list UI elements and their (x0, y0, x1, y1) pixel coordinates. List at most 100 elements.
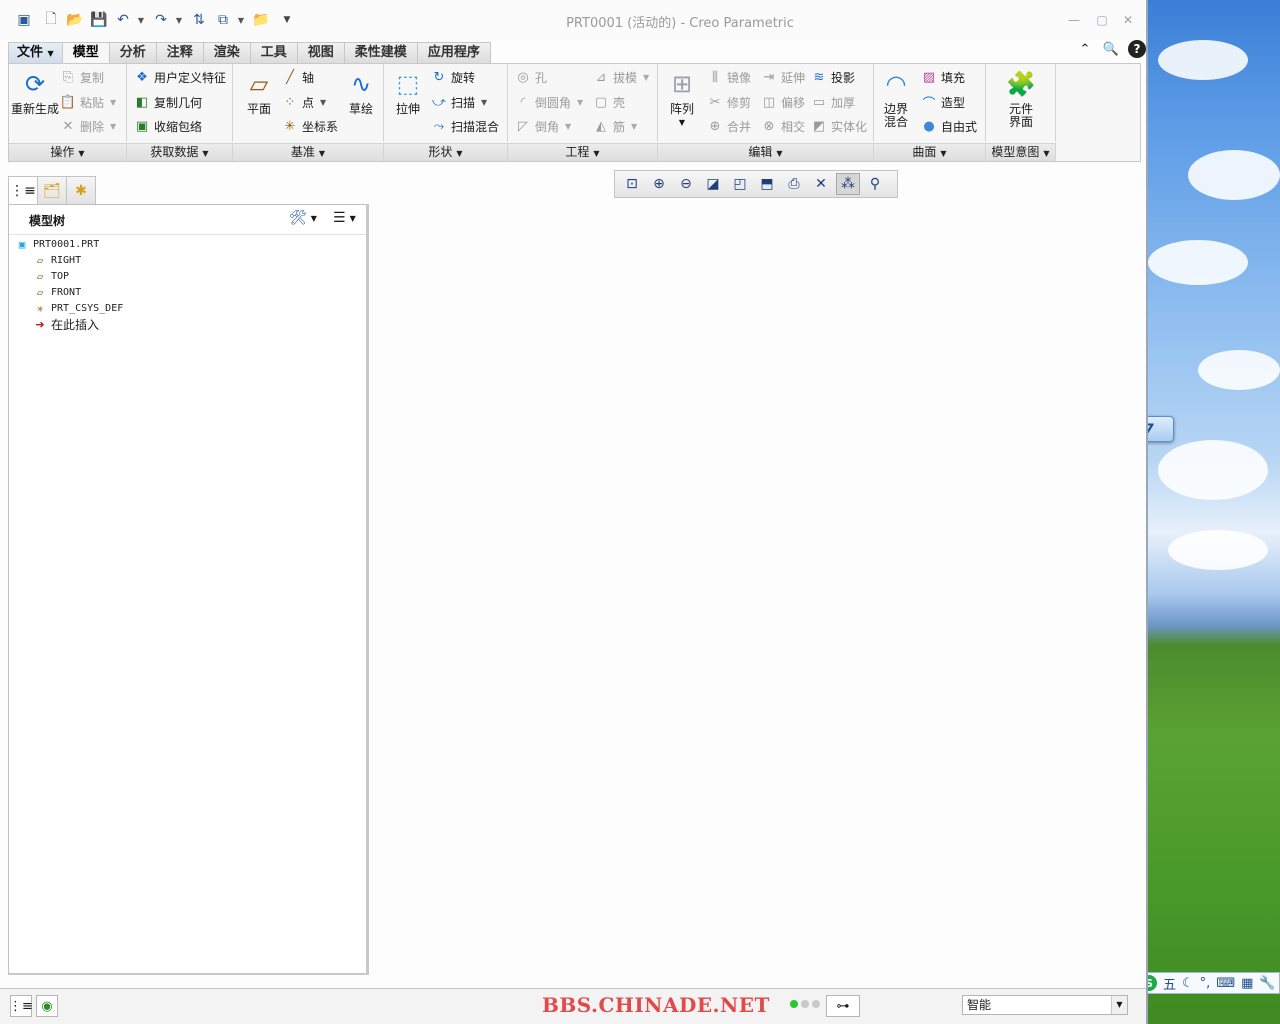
tab-applications[interactable]: 应用程序 (416, 42, 491, 63)
chamfer-button[interactable]: ◸ 倒角 ▼ (514, 116, 571, 136)
windows-dropdown-icon[interactable]: ▼ (236, 10, 246, 30)
tab-flexible-modeling[interactable]: 柔性建模 (343, 42, 418, 63)
regenerate-button[interactable]: ⟳ 重新生成 (11, 68, 59, 116)
group-label-model-intent[interactable]: 模型意图 ▼ (986, 143, 1056, 161)
rib-button[interactable]: ◭ 筋 ▼ (592, 116, 637, 136)
refit-icon[interactable]: ⊡ (620, 173, 644, 195)
shrinkwrap-button[interactable]: ▣ 收缩包络 (133, 116, 202, 136)
tab-model[interactable]: 模型 (61, 42, 110, 65)
tree-node-part[interactable]: ▣ PRT0001.PRT (15, 236, 100, 252)
offset-button[interactable]: ◫ 偏移 (760, 92, 805, 112)
toggle-navigator-button[interactable]: ⋮≡ (9, 995, 33, 1017)
copy-geometry-button[interactable]: ◧ 复制几何 (133, 92, 202, 112)
grid-icon[interactable]: ▦ (1241, 976, 1253, 991)
favorites-tab[interactable]: ✱ (66, 176, 96, 204)
selection-filter[interactable]: 智能 ▼ (962, 995, 1128, 1015)
folder-browser-tab[interactable]: 🗂 (37, 176, 67, 204)
group-label-shapes[interactable]: 形状 ▼ (384, 143, 508, 161)
minimize-button[interactable]: — (1066, 12, 1082, 28)
tab-render[interactable]: 渲染 (202, 42, 251, 63)
datum-plane-button[interactable]: ▱ 平面 (235, 68, 283, 116)
swept-blend-button[interactable]: ⤳ 扫描混合 (430, 116, 499, 136)
wrench-icon[interactable]: 🔧 (1259, 976, 1275, 991)
model-tree-tab[interactable]: ⋮≡ (8, 176, 38, 205)
tree-show-button[interactable]: ☰ ▼ (333, 210, 356, 226)
toggle-browser-button[interactable]: ◉ (36, 995, 58, 1017)
tree-node-front[interactable]: ▱ FRONT (33, 284, 81, 300)
ime-mode[interactable]: 五 (1163, 974, 1176, 993)
hole-button[interactable]: ◎ 孔 (514, 67, 547, 87)
spin-center-icon[interactable]: ⁂ (836, 173, 860, 195)
group-label-engineering[interactable]: 工程 ▼ (508, 143, 658, 161)
new-file-icon[interactable]: 🗋 (42, 10, 60, 30)
sweep-button[interactable]: ⤻ 扫描 ▼ (430, 92, 487, 112)
save-icon[interactable]: 💾 (90, 10, 108, 30)
tree-node-right[interactable]: ▱ RIGHT (33, 252, 81, 268)
app-icon[interactable]: ▣ (14, 10, 34, 30)
keyboard-icon[interactable]: ⌨ (1216, 976, 1235, 991)
undo-dropdown-icon[interactable]: ▼ (136, 10, 146, 30)
copy-button[interactable]: ⎘ 复制 (59, 67, 104, 87)
project-button[interactable]: ≋ 投影 (810, 67, 855, 87)
redo-dropdown-icon[interactable]: ▼ (174, 10, 184, 30)
solidify-button[interactable]: ◩ 实体化 (810, 116, 867, 136)
round-button[interactable]: ◜ 倒圆角 ▼ (514, 92, 583, 112)
pattern-button[interactable]: ⊞ 阵列 ▼ (660, 68, 704, 129)
style-button[interactable]: ⌒ 造型 (920, 92, 965, 112)
saved-orientations-icon[interactable]: ⬒ (755, 173, 779, 195)
open-folder-icon[interactable]: 📂 (66, 10, 84, 30)
maximize-button[interactable]: ▢ (1094, 12, 1110, 28)
group-label-editing[interactable]: 编辑 ▼ (658, 143, 874, 161)
boundary-blend-button[interactable]: ◠ 边界混合 (874, 68, 918, 129)
delete-button[interactable]: ✕ 删除 ▼ (59, 116, 117, 136)
collapse-ribbon-icon[interactable]: ⌃ (1076, 40, 1094, 58)
close-button[interactable]: ✕ (1120, 12, 1136, 28)
tab-analysis[interactable]: 分析 (108, 42, 157, 63)
tree-node-csys[interactable]: ✳ PRT_CSYS_DEF (33, 300, 124, 316)
customize-qat-icon[interactable]: ▼ (282, 10, 292, 30)
close-window-folder-icon[interactable]: 📁 (252, 10, 270, 30)
undo-icon[interactable]: ↶ (114, 10, 132, 30)
help-icon[interactable]: ? (1128, 40, 1146, 58)
tree-settings-button[interactable]: 🛠 ▼ (289, 210, 317, 226)
windows-icon[interactable]: ⧉ (214, 10, 232, 30)
tree-node-top[interactable]: ▱ TOP (33, 268, 69, 284)
tree-node-insert-here[interactable]: ➜ 在此插入 (33, 316, 99, 332)
mirror-button[interactable]: ⫼ 镜像 (706, 67, 751, 87)
repaint-icon[interactable]: ◪ (701, 173, 725, 195)
tab-tools[interactable]: 工具 (249, 42, 298, 63)
thicken-button[interactable]: ▭ 加厚 (810, 92, 855, 112)
datum-axis-button[interactable]: ╱ 轴 (281, 67, 314, 87)
component-interface-button[interactable]: 🧩 元件界面 (994, 68, 1048, 129)
tab-file[interactable]: 文件 ▼ (8, 42, 63, 63)
freestyle-button[interactable]: ● 自由式 (920, 116, 977, 136)
shell-button[interactable]: ▢ 壳 (592, 92, 625, 112)
regenerate-quick-icon[interactable]: ⇅ (190, 10, 208, 30)
tab-view[interactable]: 视图 (296, 42, 345, 63)
draft-button[interactable]: ⊿ 拔模 ▼ (592, 67, 650, 87)
extend-button[interactable]: ⇥ 延伸 (760, 67, 805, 87)
revolve-button[interactable]: ↻ 旋转 (430, 67, 475, 87)
datum-display-icon[interactable]: ✕ (809, 173, 833, 195)
tab-annotate[interactable]: 注释 (155, 42, 204, 63)
extrude-button[interactable]: ⬚ 拉伸 (386, 68, 430, 116)
punctuation-icon[interactable]: °, (1200, 976, 1211, 991)
datum-point-button[interactable]: ⁘ 点 ▼ (281, 92, 327, 112)
group-label-datum[interactable]: 基准 ▼ (233, 143, 384, 161)
merge-button[interactable]: ⊕ 合并 (706, 116, 751, 136)
sketch-button[interactable]: ∿ 草绘 (337, 68, 385, 116)
search-icon[interactable]: 🔍 (1102, 40, 1120, 58)
trim-button[interactable]: ✂ 修剪 (706, 92, 751, 112)
zoom-in-icon[interactable]: ⊕ (647, 173, 671, 195)
redo-icon[interactable]: ↷ (152, 10, 170, 30)
annotation-display-icon[interactable]: ⚲ (863, 173, 887, 195)
group-label-get-data[interactable]: 获取数据 ▼ (127, 143, 233, 161)
intersect-button[interactable]: ⊗ 相交 (760, 116, 805, 136)
udf-button[interactable]: ❖ 用户定义特征 (133, 67, 226, 87)
group-label-operations[interactable]: 操作 ▼ (9, 143, 127, 161)
ime-toolbar[interactable]: S 五 ☾ °, ⌨ ▦ 🔧 (1136, 972, 1280, 994)
paste-button[interactable]: 📋 粘贴 ▼ (59, 92, 116, 112)
find-button[interactable]: ⊶ (826, 995, 860, 1017)
view-manager-icon[interactable]: ⎙ (782, 173, 806, 195)
zoom-out-icon[interactable]: ⊖ (674, 173, 698, 195)
